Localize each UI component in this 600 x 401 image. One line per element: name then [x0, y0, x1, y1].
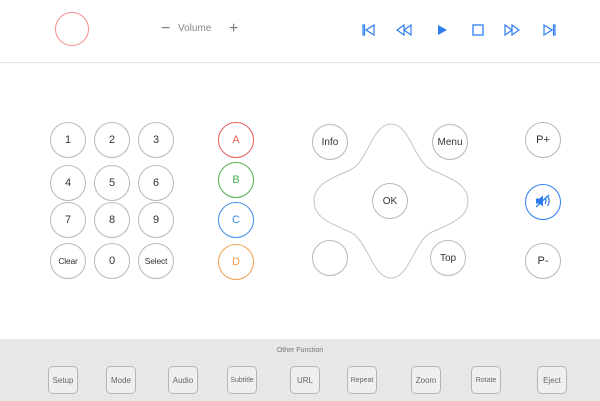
skip-previous-icon[interactable]: [360, 21, 378, 39]
url-button[interactable]: URL: [290, 366, 320, 394]
mute-speaker-icon: [533, 193, 553, 212]
audio-button[interactable]: Audio: [168, 366, 198, 394]
fast-forward-icon[interactable]: [503, 21, 521, 39]
select-button[interactable]: Select: [138, 243, 174, 279]
info-button[interactable]: Info: [312, 124, 348, 160]
key-4[interactable]: 4: [50, 165, 86, 201]
key-9[interactable]: 9: [138, 202, 174, 238]
mode-button[interactable]: Mode: [106, 366, 136, 394]
page-up-button[interactable]: P+: [525, 122, 561, 158]
key-6[interactable]: 6: [138, 165, 174, 201]
volume-up-button[interactable]: +: [229, 19, 238, 39]
skip-next-icon[interactable]: [540, 21, 558, 39]
play-icon[interactable]: [433, 21, 451, 39]
color-button-a[interactable]: A: [218, 122, 254, 158]
repeat-button[interactable]: Repeat: [347, 366, 377, 394]
ok-button[interactable]: OK: [372, 183, 408, 219]
menu-button[interactable]: Menu: [432, 124, 468, 160]
key-3[interactable]: 3: [138, 122, 174, 158]
other-function-title: Other Function: [276, 347, 324, 354]
color-button-c[interactable]: C: [218, 202, 254, 238]
key-1[interactable]: 1: [50, 122, 86, 158]
volume-label: Volume: [178, 23, 212, 34]
volume-down-button[interactable]: −: [161, 19, 170, 39]
key-8[interactable]: 8: [94, 202, 130, 238]
top-button[interactable]: Top: [430, 240, 466, 276]
other-function-panel: Other Function Setup Mode Audio Subtitle…: [0, 339, 600, 401]
power-button[interactable]: [55, 12, 89, 46]
rotate-button[interactable]: Rotate: [471, 366, 501, 394]
rewind-icon[interactable]: [395, 21, 413, 39]
color-button-b[interactable]: B: [218, 162, 254, 198]
top-bar: − Volume +: [0, 0, 600, 63]
stop-icon[interactable]: [469, 21, 487, 39]
subtitle-button[interactable]: Subtitle: [227, 366, 257, 394]
key-0[interactable]: 0: [94, 243, 130, 279]
clear-button[interactable]: Clear: [50, 243, 86, 279]
key-5[interactable]: 5: [94, 165, 130, 201]
color-button-d[interactable]: D: [218, 244, 254, 280]
key-2[interactable]: 2: [94, 122, 130, 158]
back-button[interactable]: [312, 240, 348, 276]
zoom-button[interactable]: Zoom: [411, 366, 441, 394]
key-7[interactable]: 7: [50, 202, 86, 238]
setup-button[interactable]: Setup: [48, 366, 78, 394]
eject-button[interactable]: Eject: [537, 366, 567, 394]
mute-button[interactable]: [525, 184, 561, 220]
page-down-button[interactable]: P-: [525, 243, 561, 279]
